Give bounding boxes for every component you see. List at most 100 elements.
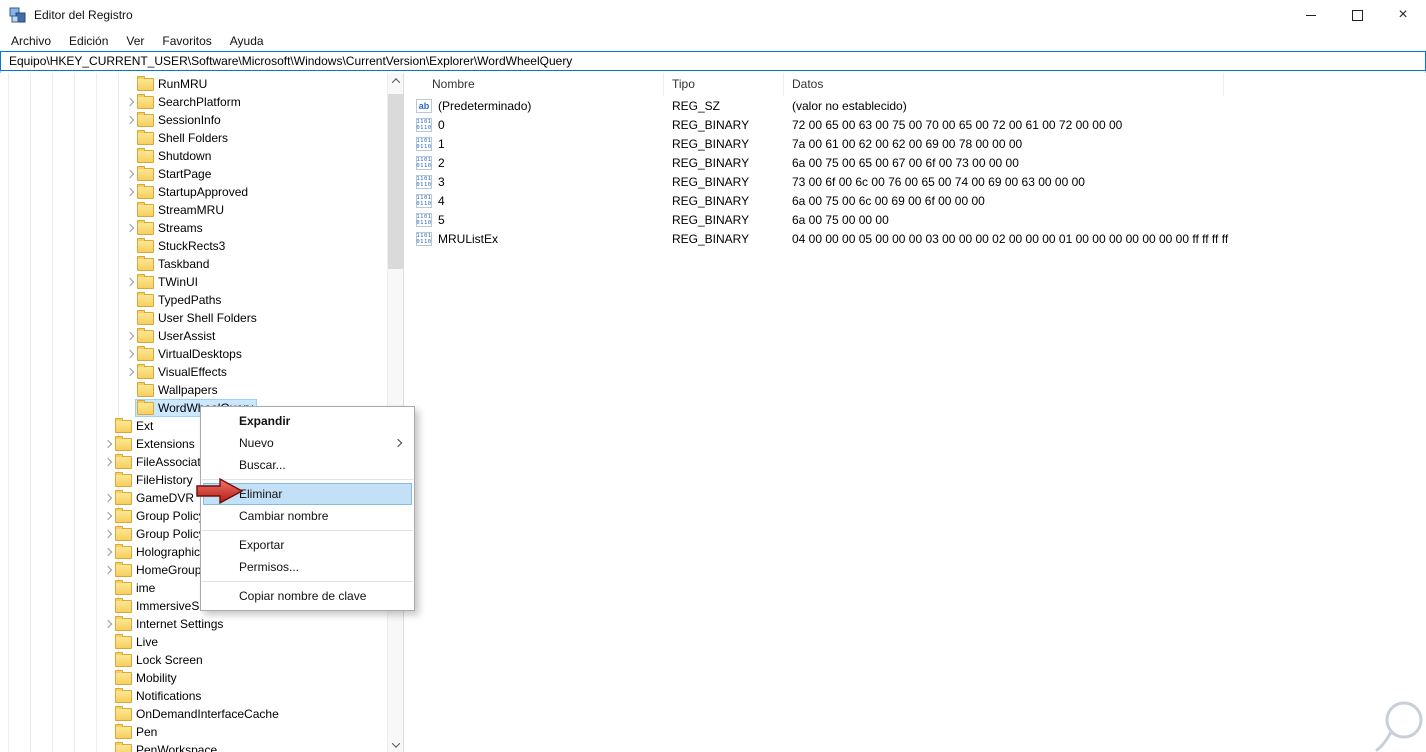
column-header-name[interactable]: Nombre <box>404 73 664 96</box>
folder-icon <box>137 94 154 109</box>
tree-item-label: StartPage <box>158 167 212 181</box>
chevron-right-icon[interactable] <box>124 219 136 237</box>
tree-item-taskband[interactable]: Taskband <box>0 255 387 273</box>
registry-value-row-2[interactable]: 1101 0110 2 REG_BINARY 6a 00 75 00 65 00 67… <box>404 153 1426 172</box>
tree-item-shutdown[interactable]: Shutdown <box>0 147 387 165</box>
context-menu-item-expandir[interactable]: Expandir <box>201 410 414 432</box>
tree-item-pen[interactable]: Pen <box>0 723 387 741</box>
value-name: 5 <box>438 212 445 227</box>
menubar-item-ver[interactable]: Ver <box>117 30 153 52</box>
value-data-cell: 6a 00 75 00 6c 00 69 00 6f 00 00 00 <box>792 193 985 208</box>
column-header-type[interactable]: Tipo <box>664 73 784 96</box>
chevron-right-icon[interactable] <box>124 345 136 363</box>
chevron-right-icon[interactable] <box>102 615 114 633</box>
registry-value-row-3[interactable]: 1101 0110 3 REG_BINARY 73 00 6f 00 6c 00 76… <box>404 172 1426 191</box>
menubar: Archivo Edición Ver Favoritos Ayuda <box>0 30 1426 52</box>
folder-icon <box>137 310 154 325</box>
tree-item-userassist[interactable]: UserAssist <box>0 327 387 345</box>
registry-value-row-4[interactable]: 1101 0110 4 REG_BINARY 6a 00 75 00 6c 00 69… <box>404 191 1426 210</box>
chevron-right-icon[interactable] <box>102 507 114 525</box>
scrollbar-thumb[interactable] <box>388 94 403 269</box>
folder-icon <box>137 256 154 271</box>
chevron-right-icon[interactable] <box>102 435 114 453</box>
tree-item-stuckrects3[interactable]: StuckRects3 <box>0 237 387 255</box>
context-menu-item-nuevo[interactable]: Nuevo <box>201 432 414 454</box>
chevron-right-icon[interactable] <box>124 327 136 345</box>
chevron-right-icon <box>102 705 114 723</box>
value-name: 1 <box>438 136 445 151</box>
chevron-right-icon[interactable] <box>102 525 114 543</box>
tree-item-notifications[interactable]: Notifications <box>0 687 387 705</box>
folder-icon <box>115 580 132 595</box>
tree-item-typedpaths[interactable]: TypedPaths <box>0 291 387 309</box>
chevron-right-icon <box>124 309 136 327</box>
tree-item-ondemandinterfacecache[interactable]: OnDemandInterfaceCache <box>0 705 387 723</box>
chevron-right-icon[interactable] <box>102 489 114 507</box>
chevron-right-icon <box>124 129 136 147</box>
menubar-item-archivo[interactable]: Archivo <box>2 30 60 52</box>
tree-item-mobility[interactable]: Mobility <box>0 669 387 687</box>
chevron-right-icon <box>102 687 114 705</box>
tree-item-shell-folders[interactable]: Shell Folders <box>0 129 387 147</box>
tree-item-user-shell-folders[interactable]: User Shell Folders <box>0 309 387 327</box>
tree-item-visualeffects[interactable]: VisualEffects <box>0 363 387 381</box>
chevron-right-icon <box>102 471 114 489</box>
tree-item-startupapproved[interactable]: StartupApproved <box>0 183 387 201</box>
tree-item-penworkspace[interactable]: PenWorkspace <box>0 741 387 752</box>
tree-item-startpage[interactable]: StartPage <box>0 165 387 183</box>
chevron-right-icon <box>102 669 114 687</box>
registry-value-row-mrulistex[interactable]: 1101 0110 MRUListEx REG_BINARY 04 00 00 00 … <box>404 229 1426 248</box>
tree-item-label: Wallpapers <box>158 383 218 397</box>
tree-item-internet-settings[interactable]: Internet Settings <box>0 615 387 633</box>
tree-item-label: FileHistory <box>136 473 193 487</box>
maximize-button[interactable] <box>1334 0 1380 30</box>
value-type-cell: REG_BINARY <box>672 136 750 151</box>
chevron-right-icon[interactable] <box>102 561 114 579</box>
chevron-up-icon <box>391 77 400 87</box>
context-menu-item-permisos[interactable]: Permisos... <box>201 556 414 578</box>
context-menu-item-copiar-nombre-de-clave[interactable]: Copiar nombre de clave <box>201 585 414 607</box>
tree-item-streams[interactable]: Streams <box>0 219 387 237</box>
chevron-right-icon[interactable] <box>124 363 136 381</box>
chevron-right-icon[interactable] <box>124 183 136 201</box>
registry-value-row-predeterminado[interactable]: ab (Predeterminado) REG_SZ (valor no establ… <box>404 96 1426 115</box>
chevron-right-icon[interactable] <box>124 165 136 183</box>
tree-item-streammru[interactable]: StreamMRU <box>0 201 387 219</box>
tree-item-lock-screen[interactable]: Lock Screen <box>0 651 387 669</box>
registry-value-row-1[interactable]: 1101 0110 1 REG_BINARY 7a 00 61 00 62 00 62… <box>404 134 1426 153</box>
tree-item-live[interactable]: Live <box>0 633 387 651</box>
context-menu-item-exportar[interactable]: Exportar <box>201 534 414 556</box>
folder-icon <box>137 148 154 163</box>
menubar-item-edici-n[interactable]: Edición <box>60 30 117 52</box>
chevron-right-icon[interactable] <box>124 93 136 111</box>
tree-item-label: Pen <box>136 725 158 739</box>
scrollbar-down-button[interactable] <box>388 737 403 752</box>
tree-item-wallpapers[interactable]: Wallpapers <box>0 381 387 399</box>
value-name-cell: 1101 0110 MRUListEx <box>404 231 664 246</box>
tree-item-sessioninfo[interactable]: SessionInfo <box>0 111 387 129</box>
value-data-cell: 6a 00 75 00 00 00 <box>792 212 889 227</box>
chevron-right-icon[interactable] <box>102 453 114 471</box>
scrollbar-up-button[interactable] <box>388 73 403 88</box>
tree-item-virtualdesktops[interactable]: VirtualDesktops <box>0 345 387 363</box>
address-bar[interactable]: Equipo\HKEY_CURRENT_USER\Software\Micros… <box>0 51 1426 71</box>
chevron-right-icon <box>124 147 136 165</box>
tree-item-label: StuckRects3 <box>158 239 226 253</box>
value-name: 4 <box>438 193 445 208</box>
tree-item-twinui[interactable]: TWinUI <box>0 273 387 291</box>
chevron-right-icon[interactable] <box>124 111 136 129</box>
menubar-item-ayuda[interactable]: Ayuda <box>221 30 273 52</box>
minimize-button[interactable] <box>1288 0 1334 30</box>
context-menu-item-buscar[interactable]: Buscar... <box>201 454 414 476</box>
chevron-right-icon[interactable] <box>102 543 114 561</box>
registry-value-row-0[interactable]: 1101 0110 0 REG_BINARY 72 00 65 00 63 00 75… <box>404 115 1426 134</box>
folder-icon <box>137 238 154 253</box>
column-header-data[interactable]: Datos <box>784 73 1224 96</box>
menubar-item-favoritos[interactable]: Favoritos <box>153 30 220 52</box>
chevron-right-icon[interactable] <box>124 273 136 291</box>
tree-item-runmru[interactable]: RunMRU <box>0 75 387 93</box>
close-button[interactable]: × <box>1380 0 1426 30</box>
context-menu-item-cambiar-nombre[interactable]: Cambiar nombre <box>201 505 414 527</box>
registry-value-row-5[interactable]: 1101 0110 5 REG_BINARY 6a 00 75 00 00 00 <box>404 210 1426 229</box>
tree-item-searchplatform[interactable]: SearchPlatform <box>0 93 387 111</box>
